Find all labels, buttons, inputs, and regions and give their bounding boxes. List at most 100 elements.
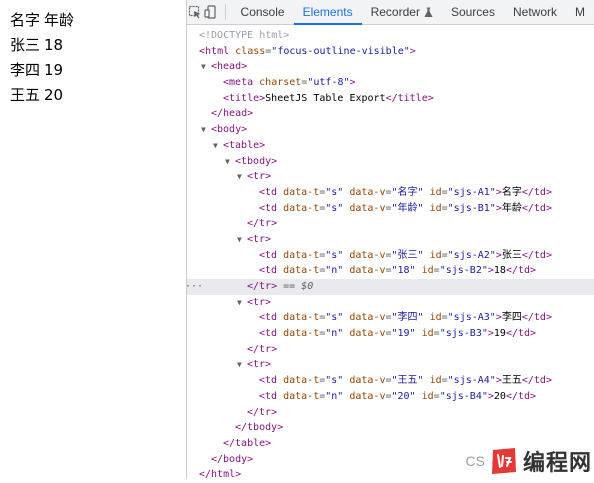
dom-node-tbody[interactable]: ▼ <tbody> <box>187 154 594 170</box>
device-toggle-icon[interactable] <box>203 0 219 24</box>
dom-node-body[interactable]: ▼ <body> <box>187 122 594 138</box>
tab-label: Recorder <box>370 5 420 19</box>
table-row: 李四 19 <box>10 58 78 83</box>
table-cell: 年龄 <box>44 11 75 29</box>
td-data-v: "18" <box>391 265 416 277</box>
expand-arrow-icon[interactable]: ▼ <box>237 298 244 306</box>
td-data-v: "20" <box>391 390 416 402</box>
html-attr-value: "focus-outline-visible" <box>271 45 410 57</box>
dom-node-td[interactable]: <td data-t="s" data-v="张三" id="sjs-A2">张… <box>187 248 594 264</box>
dom-node-td[interactable]: <td data-t="n" data-v="19" id="sjs-B3">1… <box>187 326 594 342</box>
meta-attr-value: "utf-8" <box>307 77 350 89</box>
td-id: "sjs-A1" <box>447 186 496 198</box>
tab-label: M <box>575 5 585 19</box>
html-attr-name: class <box>235 45 266 57</box>
td-data-t: "s" <box>325 202 344 214</box>
dom-node-tr-close[interactable]: </tr> <box>187 342 594 358</box>
expand-arrow-icon[interactable]: ▼ <box>237 173 244 181</box>
dom-node-td[interactable]: <td data-t="s" data-v="年龄" id="sjs-B1">年… <box>187 201 594 217</box>
td-text: 王五 <box>501 375 522 387</box>
tab-recorder[interactable]: Recorder <box>362 0 442 24</box>
dom-node-head[interactable]: ▼ <head> <box>187 59 594 75</box>
watermark-brand-text: 编程网 <box>522 451 592 476</box>
tab-more[interactable]: M <box>566 0 594 24</box>
td-data-t: "n" <box>325 328 344 340</box>
dom-node-tr[interactable]: ▼ <tr> <box>187 232 594 248</box>
tab-sources[interactable]: Sources <box>442 0 504 24</box>
selected-marker: == $0 <box>283 281 314 292</box>
dom-tree: <!DOCTYPE html> <html class="focus-outli… <box>185 25 594 483</box>
expand-arrow-icon[interactable]: ▼ <box>237 361 244 369</box>
table-cell: 李四 <box>10 61 41 79</box>
dom-node-tbody-close[interactable]: </tbody> <box>187 420 594 436</box>
tab-label: Network <box>512 5 557 19</box>
meta-tag-name: meta <box>229 77 254 89</box>
dom-node-head-close[interactable]: </head> <box>187 106 594 122</box>
table-cell: 18 <box>44 36 64 54</box>
dom-node-tr-close[interactable]: </tr> <box>187 405 594 421</box>
td-text: 18 <box>493 265 506 277</box>
dom-node-td[interactable]: <td data-t="s" data-v="李四" id="sjs-A3">李… <box>187 310 594 326</box>
td-text: 李四 <box>501 312 522 324</box>
td-data-v: "19" <box>391 328 416 340</box>
td-text: 张三 <box>501 249 522 261</box>
table-cell: 20 <box>44 86 64 104</box>
tab-elements[interactable]: Elements <box>293 0 362 25</box>
dom-node-tr[interactable]: ▼ <tr> <box>187 295 594 311</box>
rendered-page: 名字 年龄 张三 18 李四 19 王五 20 <box>0 0 186 479</box>
watermark: CS 编程网 <box>466 445 592 477</box>
table-row: 张三 18 <box>10 33 78 58</box>
table-row: 王五 20 <box>10 83 78 108</box>
td-id: "sjs-B2" <box>439 265 488 277</box>
brand-logo-icon <box>491 448 516 474</box>
td-id: "sjs-B1" <box>447 202 496 214</box>
td-text: 19 <box>493 328 506 340</box>
td-data-t: "s" <box>325 249 344 261</box>
expand-arrow-icon[interactable]: ▼ <box>201 126 208 134</box>
title-text: SheetJS Table Export <box>265 92 386 104</box>
tab-label: Sources <box>450 5 495 19</box>
inspect-element-icon[interactable] <box>187 0 203 24</box>
td-data-v: "李四" <box>391 312 424 324</box>
tab-label: Console <box>240 5 285 19</box>
dom-node-html[interactable]: <html class="focus-outline-visible"> <box>187 44 594 60</box>
td-data-v: "年龄" <box>391 202 424 214</box>
td-data-t: "s" <box>325 312 344 324</box>
dom-node-tr-close[interactable]: </tr> <box>187 216 594 232</box>
table-cell: 张三 <box>10 36 41 54</box>
toolbar-divider <box>224 4 226 20</box>
dom-node-td[interactable]: <td data-t="n" data-v="20" id="sjs-B4">2… <box>187 389 594 405</box>
data-table: 名字 年龄 张三 18 李四 19 王五 20 <box>10 8 78 108</box>
expand-arrow-icon[interactable]: ▼ <box>213 141 220 149</box>
expand-arrow-icon[interactable]: ▼ <box>237 235 244 243</box>
more-options-icon[interactable]: ··· <box>185 279 203 295</box>
dom-node-title[interactable]: <title>SheetJS Table Export</title> <box>187 91 594 107</box>
table-cell: 19 <box>44 61 64 79</box>
td-text: 年龄 <box>501 202 522 214</box>
td-data-t: "s" <box>325 375 344 387</box>
dom-node-tr[interactable]: ▼ <tr> <box>187 357 594 373</box>
html-tag-name: html <box>205 45 230 57</box>
td-data-t: "n" <box>325 390 344 402</box>
dom-node-tr-close-selected[interactable]: ··· </tr> == $0 <box>185 279 594 295</box>
td-id: "sjs-A2" <box>447 249 496 261</box>
dom-node-td[interactable]: <td data-t="s" data-v="王五" id="sjs-A4">王… <box>187 373 594 389</box>
table-row: 名字 年龄 <box>10 8 78 33</box>
tab-console[interactable]: Console <box>232 0 294 24</box>
dom-node-doctype[interactable]: <!DOCTYPE html> <box>187 28 594 44</box>
expand-arrow-icon[interactable]: ▼ <box>201 63 208 71</box>
td-id: "sjs-A4" <box>447 375 496 387</box>
td-text: 20 <box>493 390 506 402</box>
td-id: "sjs-A3" <box>447 312 496 324</box>
expand-arrow-icon[interactable]: ▼ <box>225 157 232 165</box>
dom-node-meta[interactable]: <meta charset="utf-8"> <box>187 75 594 91</box>
td-data-t: "n" <box>325 265 344 277</box>
dom-node-td[interactable]: <td data-t="n" data-v="18" id="sjs-B2">1… <box>187 263 594 279</box>
tab-network[interactable]: Network <box>504 0 566 24</box>
dom-node-tr[interactable]: ▼ <tr> <box>187 169 594 185</box>
dom-node-table[interactable]: ▼ <table> <box>187 138 594 154</box>
dom-node-td[interactable]: <td data-t="s" data-v="名字" id="sjs-A1">名… <box>187 185 594 201</box>
td-id: "sjs-B3" <box>439 328 488 340</box>
td-data-v: "王五" <box>391 375 424 387</box>
td-text: 名字 <box>501 186 522 198</box>
